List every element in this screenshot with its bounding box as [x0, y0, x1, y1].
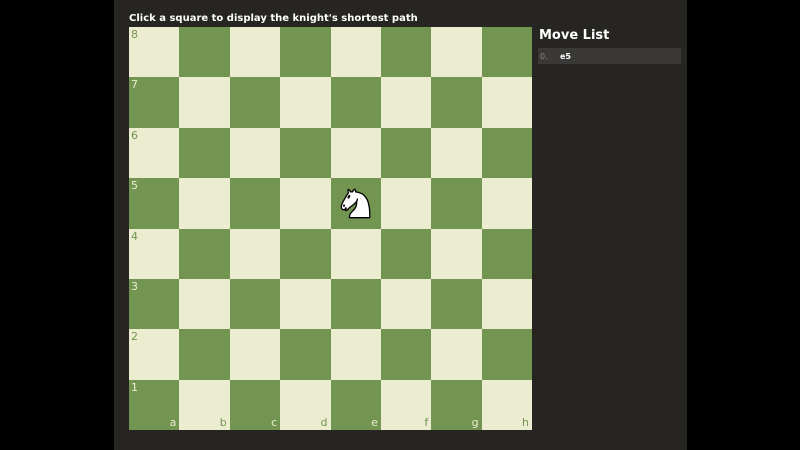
square-a6[interactable]: 6 [129, 127, 180, 179]
square-d2[interactable] [280, 329, 331, 380]
square-f7[interactable] [380, 77, 432, 128]
square-b1[interactable]: b [179, 379, 230, 430]
square-g2[interactable] [431, 329, 482, 380]
square-b3[interactable] [179, 278, 230, 330]
square-a5[interactable]: 5 [129, 178, 180, 229]
rank-label: 8 [131, 28, 138, 41]
rank-label: 2 [131, 330, 138, 344]
square-d5[interactable] [280, 178, 331, 229]
square-g7[interactable] [431, 77, 482, 128]
square-d4[interactable] [280, 228, 331, 279]
square-c5[interactable] [229, 178, 281, 229]
square-g6[interactable] [431, 127, 482, 179]
square-c7[interactable] [229, 77, 281, 128]
square-h5[interactable] [481, 178, 532, 229]
square-a1[interactable]: 1a [129, 379, 180, 430]
square-b7[interactable] [179, 77, 230, 128]
square-e6[interactable] [330, 127, 381, 179]
square-d3[interactable] [280, 278, 331, 330]
square-b8[interactable] [179, 27, 230, 78]
square-e5[interactable] [330, 178, 381, 229]
square-h7[interactable] [481, 77, 532, 128]
square-e7[interactable] [330, 77, 381, 128]
square-f1[interactable]: f [380, 379, 432, 430]
file-label: h [522, 416, 529, 429]
square-d7[interactable] [280, 77, 331, 128]
rank-label: 1 [131, 380, 138, 394]
file-label: b [219, 416, 227, 429]
square-h1[interactable]: h [481, 379, 532, 430]
square-a8[interactable]: 8 [129, 27, 180, 78]
move-list-panel: Move List 0. e5 [538, 28, 681, 64]
white-knight-icon[interactable] [331, 178, 381, 228]
rank-label: 5 [131, 179, 138, 193]
file-label: e [371, 416, 378, 429]
square-g4[interactable] [431, 228, 482, 279]
file-label: g [471, 416, 479, 429]
file-label: a [169, 416, 177, 429]
square-e4[interactable] [330, 228, 381, 279]
square-b4[interactable] [179, 228, 230, 279]
chessboard: 87654321abcdefgh [129, 27, 532, 430]
square-h2[interactable] [481, 329, 532, 380]
knight-path-app: Click a square to display the knight's s… [114, 0, 687, 450]
square-a7[interactable]: 7 [129, 77, 180, 128]
square-h4[interactable] [481, 228, 532, 279]
move-list-title: Move List [539, 28, 610, 43]
square-g1[interactable]: g [431, 379, 482, 430]
square-c1[interactable]: c [229, 379, 281, 430]
rank-label: 6 [131, 128, 138, 142]
square-f8[interactable] [380, 27, 432, 78]
square-f2[interactable] [380, 329, 432, 380]
square-a2[interactable]: 2 [129, 329, 180, 380]
square-e1[interactable]: e [330, 379, 381, 430]
square-h6[interactable] [481, 127, 532, 179]
file-label: c [271, 416, 278, 429]
square-g3[interactable] [431, 278, 482, 330]
square-g8[interactable] [431, 27, 482, 78]
square-h3[interactable] [481, 278, 532, 330]
file-label: f [424, 416, 429, 429]
square-c6[interactable] [229, 127, 281, 179]
move-number: 0. [540, 51, 548, 61]
square-e2[interactable] [330, 329, 381, 380]
square-f4[interactable] [380, 228, 432, 279]
move-list: 0. e5 [538, 48, 681, 64]
rank-label: 3 [131, 279, 138, 293]
instruction-text: Click a square to display the knight's s… [129, 13, 418, 24]
rank-label: 7 [131, 78, 138, 92]
square-f5[interactable] [380, 178, 432, 229]
square-g5[interactable] [431, 178, 482, 229]
square-d8[interactable] [280, 27, 331, 78]
square-e8[interactable] [330, 27, 381, 78]
square-h8[interactable] [481, 27, 532, 78]
move-san: e5 [560, 51, 571, 61]
square-c8[interactable] [229, 27, 281, 78]
square-d6[interactable] [280, 127, 331, 179]
square-f3[interactable] [380, 278, 432, 330]
file-label: d [320, 416, 328, 429]
square-c4[interactable] [229, 228, 281, 279]
square-a3[interactable]: 3 [129, 278, 180, 330]
move-row[interactable]: 0. e5 [538, 48, 681, 64]
square-f6[interactable] [380, 127, 432, 179]
square-e3[interactable] [330, 278, 381, 330]
square-d1[interactable]: d [280, 379, 331, 430]
square-c2[interactable] [229, 329, 281, 380]
square-b2[interactable] [179, 329, 230, 380]
square-c3[interactable] [229, 278, 281, 330]
square-b5[interactable] [179, 178, 230, 229]
square-a4[interactable]: 4 [129, 228, 180, 279]
square-b6[interactable] [179, 127, 230, 179]
rank-label: 4 [131, 229, 138, 243]
